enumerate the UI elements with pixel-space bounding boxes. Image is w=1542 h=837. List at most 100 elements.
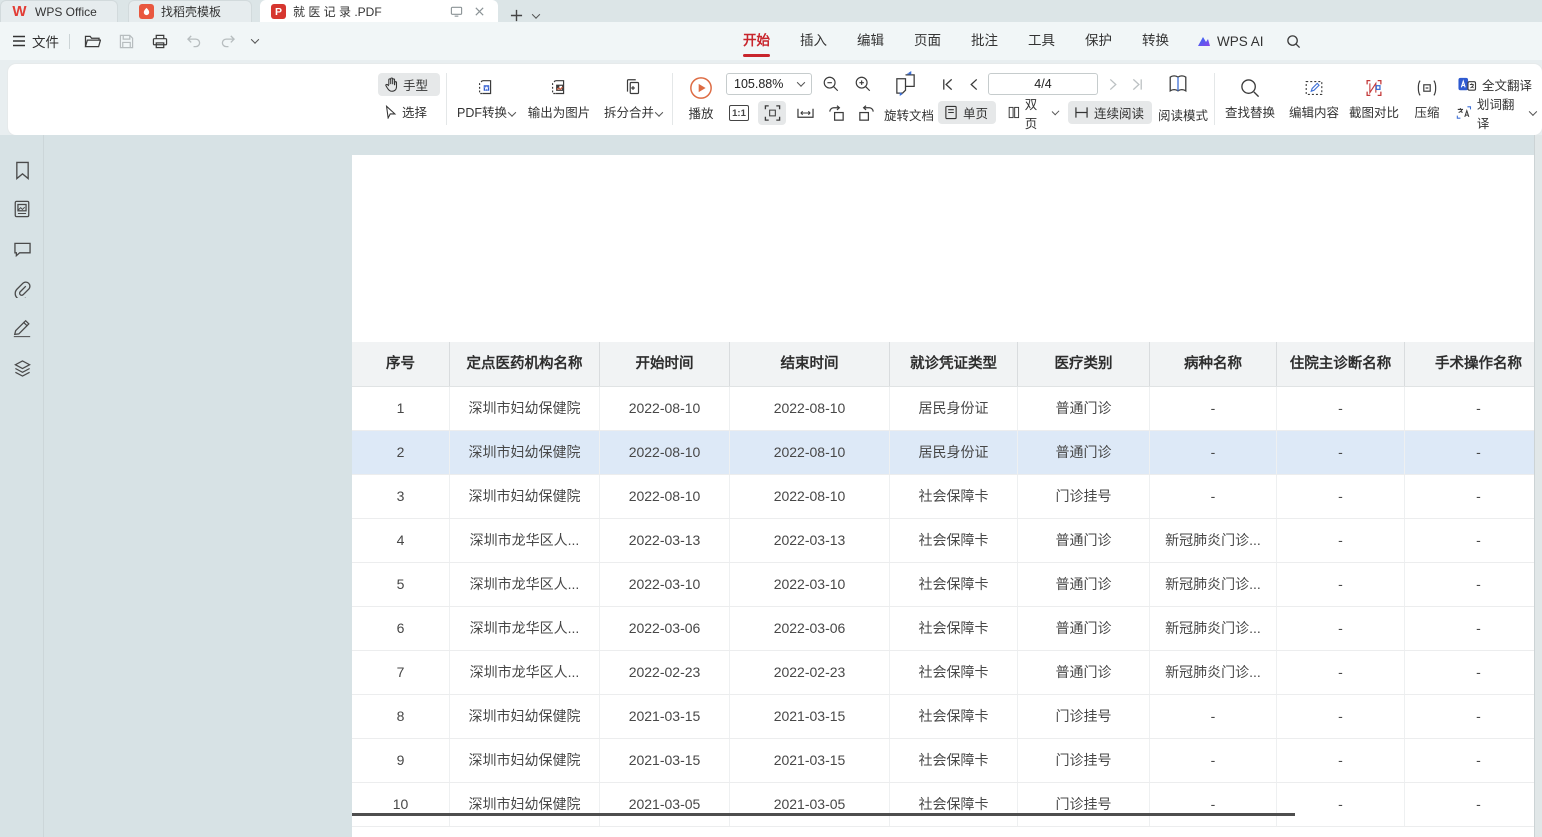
- double-page-button[interactable]: 双页: [1002, 101, 1064, 124]
- tab-document-active[interactable]: P 就 医 记 录 .PDF: [260, 0, 498, 22]
- last-page-button[interactable]: [1126, 74, 1148, 94]
- signature-icon[interactable]: [11, 317, 33, 339]
- pdf-convert-button[interactable]: PDF转换: [452, 70, 520, 128]
- menu-tools[interactable]: 工具: [1013, 22, 1070, 60]
- save-icon[interactable]: [114, 29, 138, 53]
- ribbon-menu: 开始 插入 编辑 页面 批注 工具 保护 转换 WPS AI: [728, 22, 1306, 60]
- new-tab-icon[interactable]: [510, 9, 523, 22]
- page-number-input[interactable]: 4/4: [988, 73, 1098, 95]
- rotate-right-button[interactable]: [853, 101, 879, 125]
- menu-page[interactable]: 页面: [899, 22, 956, 60]
- menu-protect[interactable]: 保护: [1070, 22, 1127, 60]
- open-file-icon[interactable]: [80, 29, 104, 53]
- zoom-level-select[interactable]: 105.88%: [726, 73, 812, 95]
- table-body: 1 深圳市妇幼保健院 2022-08-10 2022-08-10 居民身份证 普…: [352, 387, 1534, 827]
- compress-label: 压缩: [1414, 102, 1439, 121]
- cell-start-time: 2021-03-15: [600, 739, 730, 782]
- pdf-toolbar: 手型 选择 PDF转换 输出为图片 拆分合并 播放 105.88%: [8, 64, 1542, 135]
- qat-more-chevron-icon[interactable]: [251, 35, 259, 43]
- cell-medical-category: 普通门诊: [1018, 431, 1150, 474]
- actual-size-button[interactable]: 1:1: [726, 101, 752, 125]
- fit-page-button[interactable]: [791, 101, 819, 125]
- file-menu-button[interactable]: 文件: [12, 31, 59, 51]
- split-merge-button[interactable]: 拆分合并: [596, 70, 670, 128]
- window-right-scrollbar-track[interactable]: [1534, 135, 1542, 837]
- continuous-read-button[interactable]: 连续阅读: [1068, 101, 1152, 124]
- rotate-left-button[interactable]: [823, 101, 849, 125]
- cell-medical-category: 普通门诊: [1018, 387, 1150, 430]
- read-mode-label[interactable]: 阅读模式: [1158, 105, 1208, 124]
- cell-end-time: 2022-08-10: [730, 475, 890, 518]
- menu-edit[interactable]: 编辑: [842, 22, 899, 60]
- full-translate-icon: [1458, 77, 1477, 93]
- prev-page-icon: [968, 78, 979, 91]
- select-tool-button[interactable]: 选择: [378, 100, 440, 123]
- rotate-doc-label[interactable]: 旋转文档: [884, 105, 934, 124]
- menu-convert[interactable]: 转换: [1127, 22, 1184, 60]
- menu-wps-ai[interactable]: WPS AI: [1184, 34, 1276, 49]
- edit-content-button[interactable]: 编辑内容: [1282, 70, 1346, 128]
- close-tab-icon[interactable]: [471, 4, 487, 20]
- double-page-label: 双页: [1025, 94, 1046, 132]
- book-icon: [1166, 73, 1190, 95]
- single-page-button[interactable]: 单页: [938, 101, 996, 124]
- redo-icon[interactable]: [216, 29, 240, 53]
- tab-list-chevron-icon[interactable]: [532, 10, 540, 18]
- cell-primary-diagnosis: -: [1277, 739, 1405, 782]
- table-horizontal-scrollbar[interactable]: [352, 813, 1295, 816]
- cell-disease-name: -: [1150, 475, 1277, 518]
- hand-tool-button[interactable]: 手型: [378, 73, 440, 96]
- ribbon-search-icon[interactable]: [1282, 29, 1306, 53]
- bookmark-icon[interactable]: [11, 159, 33, 181]
- replace-pages-button[interactable]: [886, 69, 924, 97]
- prev-page-button[interactable]: [962, 74, 984, 94]
- cell-credential-type: 居民身份证: [890, 431, 1018, 474]
- thumbnail-icon[interactable]: [11, 198, 33, 220]
- cell-primary-diagnosis: -: [1277, 519, 1405, 562]
- print-icon[interactable]: [148, 29, 172, 53]
- zoom-level-value: 105.88%: [734, 77, 783, 91]
- tab-document-label: 就 医 记 录 .PDF: [293, 3, 441, 20]
- one-to-one-icon: 1:1: [729, 105, 749, 121]
- attachment-icon[interactable]: [11, 278, 33, 300]
- tab-docer-templates[interactable]: 找稻壳模板: [128, 0, 252, 22]
- cursor-icon: [384, 105, 397, 119]
- play-button[interactable]: 播放: [678, 70, 724, 128]
- cell-institution: 深圳市妇幼保健院: [450, 783, 600, 826]
- first-page-button[interactable]: [936, 74, 958, 94]
- layers-icon[interactable]: [11, 357, 33, 379]
- undo-icon[interactable]: [182, 29, 206, 53]
- cell-start-time: 2022-08-10: [600, 431, 730, 474]
- cell-start-time: 2022-02-23: [600, 651, 730, 694]
- cell-disease-name: -: [1150, 387, 1277, 430]
- cell-operation-name: -: [1405, 695, 1534, 738]
- export-image-button[interactable]: 输出为图片: [522, 70, 596, 128]
- new-tab-group: [510, 9, 539, 22]
- cell-disease-name: 新冠肺炎门诊...: [1150, 607, 1277, 650]
- menu-comment[interactable]: 批注: [956, 22, 1013, 60]
- play-label: 播放: [688, 103, 713, 122]
- comment-icon[interactable]: [11, 238, 33, 260]
- cell-index: 3: [352, 475, 450, 518]
- col-header-start-time: 开始时间: [600, 342, 730, 386]
- word-translate-button[interactable]: 划词翻译: [1450, 101, 1542, 124]
- find-replace-button[interactable]: 查找替换: [1218, 70, 1282, 128]
- play-icon: [689, 76, 713, 100]
- pdf-page[interactable]: 序号 定点医药机构名称 开始时间 结束时间 就诊凭证类型 医疗类别 病种名称 住…: [352, 155, 1534, 837]
- export-image-label: 输出为图片: [528, 102, 591, 121]
- menu-insert[interactable]: 插入: [785, 22, 842, 60]
- menu-home[interactable]: 开始: [728, 22, 785, 60]
- compress-button[interactable]: 压缩: [1404, 70, 1450, 128]
- cell-primary-diagnosis: -: [1277, 563, 1405, 606]
- next-page-button[interactable]: [1102, 74, 1124, 94]
- cell-institution: 深圳市妇幼保健院: [450, 695, 600, 738]
- enter-screen-icon[interactable]: [448, 4, 464, 20]
- fit-width-button[interactable]: [758, 101, 786, 125]
- tab-wps-home[interactable]: W WPS Office: [0, 0, 118, 22]
- read-mode-icon-button[interactable]: [1160, 70, 1196, 98]
- zoom-out-button[interactable]: [818, 72, 844, 96]
- cell-medical-category: 普通门诊: [1018, 607, 1150, 650]
- screenshot-compare-button[interactable]: 截图对比: [1342, 70, 1406, 128]
- zoom-in-button[interactable]: [850, 72, 876, 96]
- double-page-chevron-icon: [1051, 107, 1059, 115]
